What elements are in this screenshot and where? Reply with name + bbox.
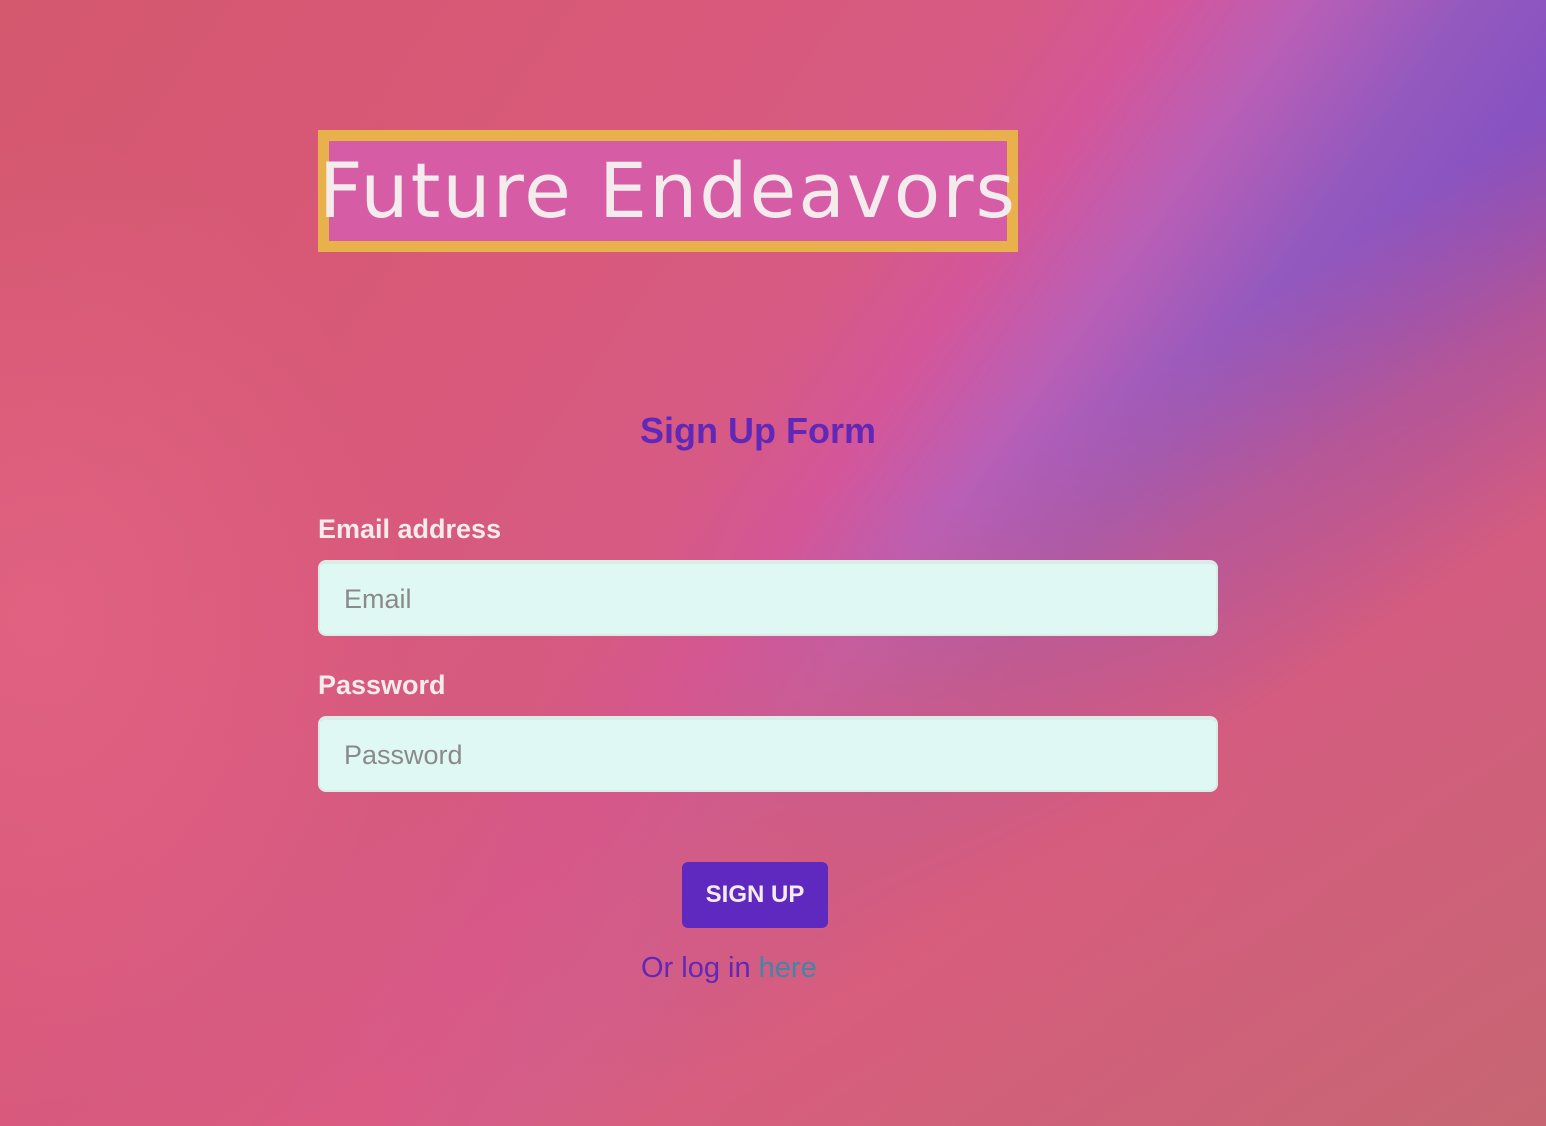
password-input[interactable] bbox=[318, 716, 1218, 792]
login-link[interactable]: here bbox=[759, 952, 817, 984]
brand-logo: Future Endeavors bbox=[318, 130, 1018, 252]
brand-logo-inner: Future Endeavors bbox=[319, 141, 1015, 241]
email-input[interactable] bbox=[318, 560, 1218, 636]
form-title: Sign Up Form bbox=[640, 410, 876, 451]
login-prompt-text: Or log in bbox=[641, 952, 759, 984]
brand-logo-text: Future Endeavors bbox=[318, 146, 1018, 235]
email-label: Email address bbox=[318, 514, 502, 544]
password-label: Password bbox=[318, 670, 446, 700]
login-prompt: Or log in here bbox=[641, 952, 817, 985]
sign-up-button[interactable]: SIGN UP bbox=[682, 862, 828, 928]
